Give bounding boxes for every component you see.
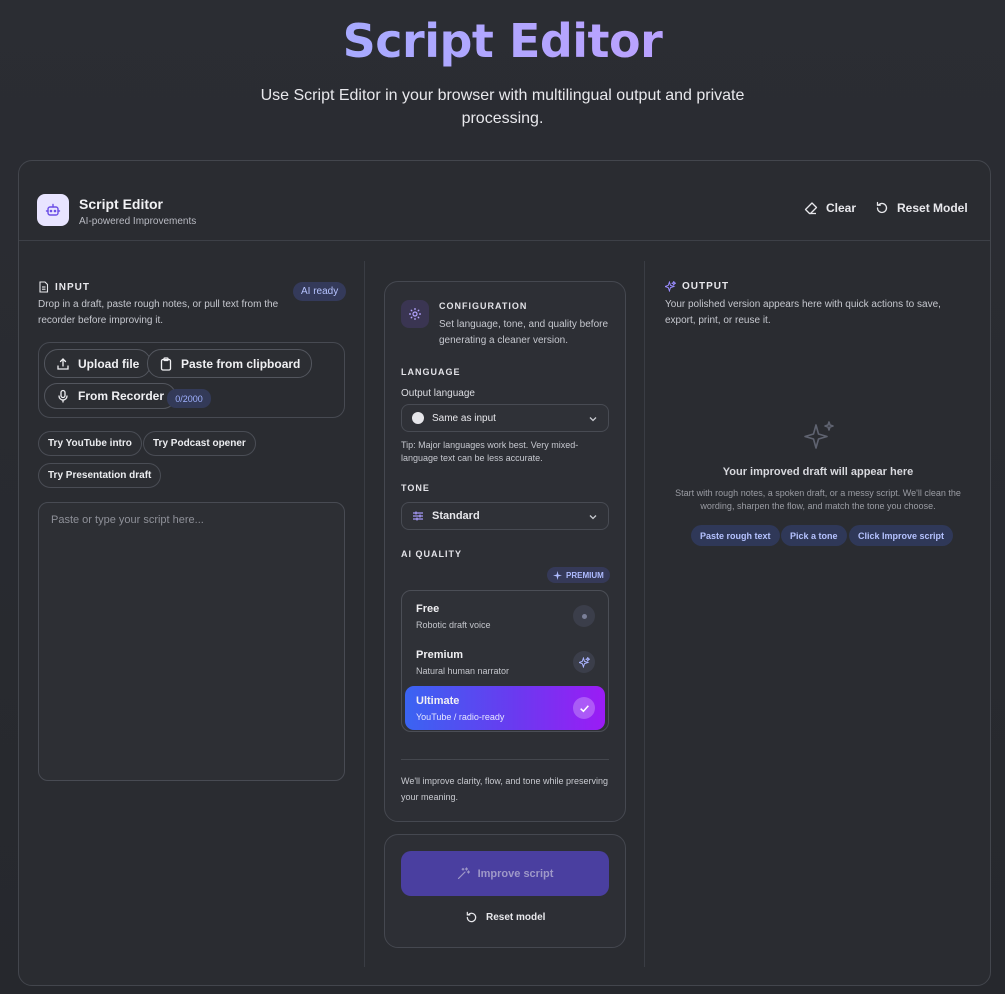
column-divider-left: [364, 261, 365, 967]
tone-select[interactable]: Standard: [401, 502, 609, 530]
output-heading: OUTPUT: [665, 281, 729, 292]
divider: [401, 759, 609, 760]
clear-label: Clear: [826, 201, 857, 215]
output-language-label: Output language: [401, 388, 475, 399]
settings-icon: [401, 300, 429, 328]
quality-option-title: Free: [416, 603, 440, 615]
reset-icon: [466, 911, 477, 923]
quality-option-subtitle: Robotic draft voice: [416, 620, 491, 630]
chevron-down-icon: [589, 417, 597, 422]
status-badge: AI ready: [293, 282, 347, 301]
input-heading-label: INPUT: [55, 281, 90, 293]
chevron-down-icon: [589, 515, 597, 520]
dot-icon: [573, 605, 595, 627]
configuration-heading: CONFIGURATION: [439, 301, 528, 311]
language-tip: Tip: Major languages work best. Very mix…: [401, 440, 579, 463]
robot-icon: [37, 194, 69, 226]
reset-model-link[interactable]: Reset model: [465, 911, 545, 924]
app-tagline: AI-powered Improvements: [79, 216, 197, 227]
quality-option-free[interactable]: Free Robotic draft voice: [405, 594, 605, 638]
upload-file-button[interactable]: Upload file: [44, 349, 152, 378]
document-icon: [39, 281, 49, 293]
quality-option-ultimate[interactable]: Ultimate YouTube / radio-ready: [405, 686, 605, 730]
output-heading-label: OUTPUT: [682, 281, 730, 292]
sample-podcast-opener[interactable]: Try Podcast opener: [143, 431, 256, 456]
sparkle-icon: [573, 651, 595, 673]
paste-clipboard-button[interactable]: Paste from clipboard: [147, 349, 313, 378]
quality-option-subtitle: YouTube / radio-ready: [416, 712, 505, 722]
quality-option-title: Premium: [416, 649, 464, 661]
sparkle-icon: [804, 421, 834, 449]
output-language-select[interactable]: Same as input: [401, 404, 609, 432]
quality-option-subtitle: Natural human narrator: [416, 666, 510, 676]
configuration-description: Set language, tone, and quality before g…: [439, 319, 609, 346]
page-subtitle: Use Script Editor in your browser with m…: [260, 87, 745, 127]
paste-clipboard-label: Paste from clipboard: [181, 356, 301, 371]
language-heading: LANGUAGE: [401, 367, 461, 377]
hint-pick-a-tone[interactable]: Pick a tone: [781, 525, 847, 546]
eraser-icon: [804, 202, 818, 215]
reset-icon: [876, 201, 888, 214]
quality-options: Free Robotic draft voice Premium Natural…: [401, 590, 609, 732]
tone-value: Standard: [432, 510, 480, 522]
configuration-panel: CONFIGURATION Set language, tone, and qu…: [384, 281, 626, 822]
output-language-value: Same as input: [432, 412, 496, 424]
premium-tag: PREMIUM: [547, 567, 610, 583]
editor-card: Script Editor AI-powered Improvements Cl…: [18, 160, 991, 986]
improve-script-label: Improve script: [477, 867, 554, 880]
output-description: Your polished version appears here with …: [665, 299, 941, 326]
reset-model-button[interactable]: Reset Model: [875, 201, 968, 215]
improve-script-button[interactable]: Improve script: [401, 851, 609, 896]
quality-option-title: Ultimate: [416, 695, 460, 707]
quality-option-premium[interactable]: Premium Natural human narrator: [405, 640, 605, 684]
character-counter: 0/2000: [167, 389, 211, 408]
check-icon: [573, 697, 595, 719]
sparkle-icon: [553, 570, 562, 580]
configuration-footer: We'll improve clarity, flow, and tone wh…: [401, 776, 608, 802]
action-panel: Improve script Reset model: [384, 834, 626, 948]
reset-model-link-label: Reset model: [486, 912, 546, 923]
script-input[interactable]: Paste or type your script here...: [38, 502, 345, 781]
sample-youtube-intro[interactable]: Try YouTube intro: [38, 431, 142, 456]
ai-quality-heading: AI QUALITY: [401, 549, 462, 559]
empty-state-title: Your improved draft will appear here: [722, 466, 914, 478]
input-description: Drop in a draft, paste rough notes, or p…: [38, 299, 279, 326]
input-heading: INPUT: [38, 281, 90, 293]
clear-button[interactable]: Clear: [804, 201, 856, 215]
page-title: Script Editor: [0, 14, 1005, 68]
upload-icon: [57, 357, 69, 370]
app-name: Script Editor: [79, 196, 164, 212]
sliders-icon: [413, 511, 423, 521]
microphone-icon: [58, 389, 68, 403]
empty-state-description: Start with rough notes, a spoken draft, …: [675, 488, 961, 511]
upload-file-label: Upload file: [78, 356, 140, 371]
clipboard-icon: [160, 356, 172, 371]
column-divider-right: [644, 261, 645, 967]
hint-click-improve-script[interactable]: Click Improve script: [849, 525, 954, 546]
globe-icon: [412, 412, 424, 424]
card-header: Script Editor AI-powered Improvements Cl…: [19, 161, 990, 241]
from-recorder-label: From Recorder: [78, 389, 165, 403]
premium-tag-label: PREMIUM: [566, 570, 604, 580]
sample-presentation-draft[interactable]: Try Presentation draft: [38, 463, 162, 488]
tone-heading: TONE: [401, 483, 430, 493]
sparkle-icon: [665, 281, 676, 292]
reset-model-label: Reset Model: [897, 201, 968, 215]
magic-wand-icon: [457, 867, 470, 880]
hint-paste-rough-text[interactable]: Paste rough text: [691, 525, 780, 546]
from-recorder-button[interactable]: From Recorder: [44, 383, 177, 409]
